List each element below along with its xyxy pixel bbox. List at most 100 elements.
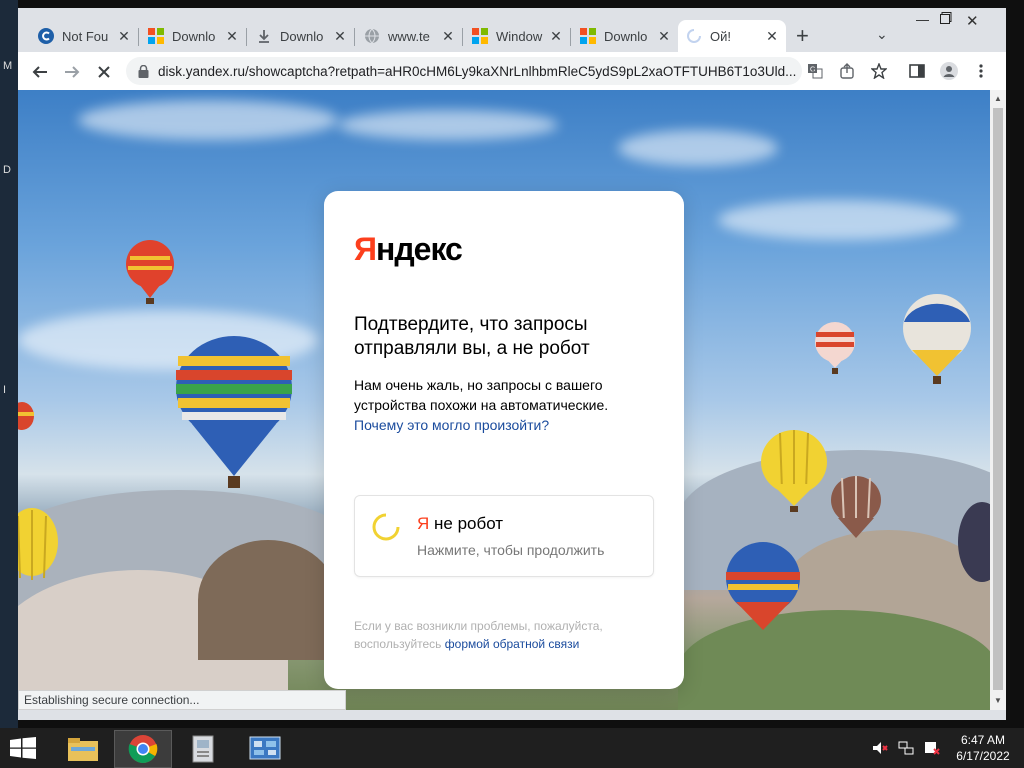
scroll-down-arrow-icon[interactable]: ▼ xyxy=(994,696,1002,705)
hot-air-balloon xyxy=(958,502,990,582)
translate-icon[interactable]: G xyxy=(806,62,824,80)
tab-label: Ой! xyxy=(710,28,731,44)
close-icon[interactable]: ✕ xyxy=(332,28,348,45)
yandex-logo[interactable]: Яндекс xyxy=(354,231,463,268)
captcha-card: Яндекс Подтвердите, что запросы отправля… xyxy=(324,191,684,689)
control-panel-icon[interactable] xyxy=(236,730,294,768)
hot-air-balloon xyxy=(726,542,800,630)
rock-formation xyxy=(198,540,338,660)
feedback-note: Если у вас возникли проблемы, пожалуйста… xyxy=(354,617,654,653)
logo-ya: Я xyxy=(354,231,377,267)
desktop-letter: D xyxy=(3,164,11,176)
cloud xyxy=(718,200,958,240)
page-content: Яндекс Подтвердите, что запросы отправля… xyxy=(18,90,990,710)
tab-separator xyxy=(138,28,139,46)
tab-bar: Not Fou ✕ Downlo ✕ Downlo ✕ www.te ✕ Win… xyxy=(18,8,1006,52)
taskbar-clock[interactable]: 6:47 AM 6/17/2022 xyxy=(948,732,1018,764)
tab-download-3[interactable]: Downlo ✕ xyxy=(572,20,678,52)
volume-muted-icon[interactable] xyxy=(872,740,888,759)
download-icon xyxy=(256,28,272,44)
tab-separator xyxy=(462,28,463,46)
windows-start-icon[interactable] xyxy=(10,737,36,759)
robot-ya: Я xyxy=(417,514,430,533)
robot-label-text: не робот xyxy=(429,514,504,533)
desktop-letter: I xyxy=(3,384,7,396)
network-icon[interactable] xyxy=(898,740,914,759)
forward-arrow-icon[interactable] xyxy=(58,58,86,86)
feedback-form-link[interactable]: формой обратной связи xyxy=(445,637,580,651)
minimize-icon[interactable]: — xyxy=(916,12,929,27)
url-text: disk.yandex.ru/showcaptcha?retpath=aHR0c… xyxy=(158,63,797,79)
hot-air-balloon xyxy=(903,294,971,384)
browser-window: Not Fou ✕ Downlo ✕ Downlo ✕ www.te ✕ Win… xyxy=(18,8,1006,720)
close-icon[interactable]: ✕ xyxy=(116,28,132,45)
status-bar: Establishing secure connection... xyxy=(18,690,346,710)
back-arrow-icon[interactable] xyxy=(26,58,54,86)
new-tab-plus-icon[interactable]: + xyxy=(796,24,809,48)
hot-air-balloon xyxy=(126,240,174,304)
desktop-letter: M xyxy=(3,60,13,72)
not-robot-checkbox[interactable]: Я не робот Нажмите, чтобы продолжить xyxy=(354,495,654,577)
taskbar: 6:47 AM 6/17/2022 xyxy=(0,728,1024,768)
printer-app-icon[interactable] xyxy=(174,730,232,768)
cloud xyxy=(338,110,558,140)
share-icon[interactable] xyxy=(838,62,856,80)
hot-air-balloon xyxy=(18,508,58,580)
cloud xyxy=(78,100,338,140)
tab-download-2[interactable]: Downlo ✕ xyxy=(248,20,354,52)
tab-separator xyxy=(354,28,355,46)
side-panel-icon[interactable] xyxy=(908,62,926,80)
hot-air-balloon xyxy=(761,430,827,512)
hot-air-balloon xyxy=(815,322,855,374)
not-robot-label: Я не робот xyxy=(417,514,503,534)
description-text: Нам очень жаль, но запросы с вашего устр… xyxy=(354,377,609,413)
windows-logo-icon xyxy=(472,28,488,44)
browser-toolbar: disk.yandex.ru/showcaptcha?retpath=aHR0c… xyxy=(18,52,1006,90)
windows-logo-icon xyxy=(580,28,596,44)
desktop-edge: M D I xyxy=(0,0,18,728)
bookmark-star-icon[interactable] xyxy=(870,62,888,80)
tab-label: Downlo xyxy=(280,28,324,44)
tab-separator xyxy=(246,28,247,46)
system-tray xyxy=(872,740,940,759)
windows-logo-icon xyxy=(148,28,164,44)
logo-rest: ндекс xyxy=(376,231,463,267)
action-center-icon[interactable] xyxy=(924,740,940,759)
scrollbar-thumb[interactable] xyxy=(993,108,1003,690)
loading-spinner-icon xyxy=(686,28,702,44)
page-title: Подтвердите, что запросы отправляли вы, … xyxy=(354,314,590,359)
restore-icon[interactable] xyxy=(940,12,952,27)
clock-date: 6/17/2022 xyxy=(956,749,1010,763)
address-bar[interactable]: disk.yandex.ru/showcaptcha?retpath=aHR0c… xyxy=(126,57,802,85)
why-link[interactable]: Почему это могло произойти? xyxy=(354,417,549,433)
close-icon[interactable]: ✕ xyxy=(224,28,240,45)
chrome-icon[interactable] xyxy=(114,730,172,768)
file-explorer-icon[interactable] xyxy=(54,730,112,768)
close-icon[interactable]: ✕ xyxy=(764,28,780,45)
stop-loading-icon[interactable] xyxy=(90,58,118,86)
captcha-description: Нам очень жаль, но запросы с вашего устр… xyxy=(354,375,654,435)
profile-avatar-icon[interactable] xyxy=(940,62,958,80)
tab-windows[interactable]: Window ✕ xyxy=(464,20,570,52)
tab-active-oi[interactable]: Ой! ✕ xyxy=(678,20,786,52)
close-icon[interactable]: ✕ xyxy=(548,28,564,45)
tab-not-found[interactable]: Not Fou ✕ xyxy=(30,20,138,52)
tab-label: Downlo xyxy=(604,28,648,44)
not-robot-hint: Нажмите, чтобы продолжить xyxy=(417,542,605,558)
toolbar-icons: G xyxy=(806,62,990,80)
tab-www[interactable]: www.te ✕ xyxy=(356,20,462,52)
close-icon[interactable]: ✕ xyxy=(656,28,672,45)
hot-air-balloon xyxy=(176,336,292,488)
menu-kebab-icon[interactable] xyxy=(972,62,990,80)
vertical-scrollbar[interactable]: ▲ ▼ xyxy=(990,90,1006,710)
chevron-down-icon[interactable]: ⌄ xyxy=(876,26,888,43)
c-logo-icon xyxy=(38,28,54,44)
close-icon[interactable]: ✕ xyxy=(440,28,456,45)
globe-icon xyxy=(364,28,380,44)
tab-label: Window xyxy=(496,28,543,44)
tab-label: www.te xyxy=(388,28,430,44)
tab-download-1[interactable]: Downlo ✕ xyxy=(140,20,246,52)
clock-time: 6:47 AM xyxy=(960,733,1006,747)
scroll-up-arrow-icon[interactable]: ▲ xyxy=(994,94,1002,103)
window-close-icon[interactable]: ✕ xyxy=(966,12,979,30)
